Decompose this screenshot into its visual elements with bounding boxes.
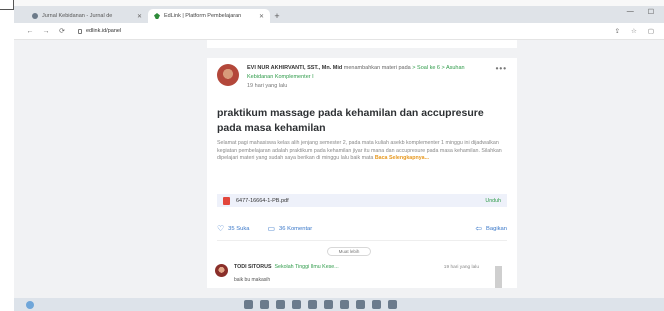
pdf-file-icon xyxy=(223,196,230,205)
comment-content: TODI SITORUS Sekolah Tinggi Ilmu Kese...… xyxy=(234,264,479,283)
breadcrumb-sep: > xyxy=(412,65,416,71)
read-more-link[interactable]: Baca Selengkapnya... xyxy=(375,155,429,161)
comment-button[interactable]: ▭ 36 Komentar xyxy=(267,224,312,233)
download-button[interactable]: Unduh xyxy=(485,198,501,204)
minimize-icon[interactable]: — xyxy=(627,8,634,16)
heart-icon: ♡ xyxy=(217,224,225,233)
lock-icon xyxy=(78,28,82,34)
tab-title: EdLink | Platform Pembelajaran xyxy=(164,13,242,19)
edlink-logo-icon xyxy=(154,13,160,19)
close-icon[interactable]: ✕ xyxy=(259,13,264,20)
address-bar[interactable]: edlink.id/panel xyxy=(78,28,121,34)
post-header: EVI NUR AKHIRVANTI, SST., Mn. Mid menamb… xyxy=(217,64,507,91)
reload-icon[interactable]: ⟳ xyxy=(58,27,66,35)
close-icon[interactable]: ✕ xyxy=(137,13,142,20)
browser-tab-edlink[interactable]: EdLink | Platform Pembelajaran ✕ xyxy=(148,9,270,23)
author-name[interactable]: EVI NUR AKHIRVANTI, SST., Mn. Mid xyxy=(247,65,342,71)
browser-toolbar: ← → ⟳ edlink.id/panel ⇪ ☆ ▢ xyxy=(14,23,664,40)
like-count: 35 Suka xyxy=(228,225,250,232)
share-button[interactable]: ⇦ Bagikan xyxy=(475,224,507,233)
extensions-icon[interactable]: ▢ xyxy=(648,27,654,35)
comment-item: TODI SITORUS Sekolah Tinggi Ilmu Kese...… xyxy=(215,264,479,283)
comments-scrollbar[interactable] xyxy=(495,266,502,288)
taskbar-apps xyxy=(244,300,397,309)
app-icon[interactable] xyxy=(340,300,349,309)
author-avatar[interactable] xyxy=(217,64,239,86)
maximize-icon[interactable]: ☐ xyxy=(648,8,654,16)
browser-tab-jurnal[interactable]: Jurnal Kebidanan - Jurnal de ✕ xyxy=(26,9,148,23)
app-icon[interactable] xyxy=(324,300,333,309)
post-time: 19 hari yang lalu xyxy=(247,83,288,89)
window-corner xyxy=(0,0,14,10)
app-icon[interactable] xyxy=(244,300,253,309)
commenter-school[interactable]: Sekolah Tinggi Ilmu Kese... xyxy=(274,264,338,270)
commenter-name[interactable]: TODI SITORUS xyxy=(234,264,271,270)
commenter-avatar[interactable] xyxy=(215,264,228,277)
url-text: edlink.id/panel xyxy=(86,28,122,34)
post-body-text: Selamat pagi mahasiswa kelas alih jenjan… xyxy=(217,140,502,161)
comment-text: baik bu makasih xyxy=(234,277,271,283)
post-meta: EVI NUR AKHIRVANTI, SST., Mn. Mid menamb… xyxy=(247,64,472,91)
back-icon[interactable]: ← xyxy=(26,28,34,35)
new-tab-button[interactable]: + xyxy=(270,9,284,23)
bookmark-star-icon[interactable]: ☆ xyxy=(631,27,637,35)
comment-icon: ▭ xyxy=(267,224,276,233)
toolbar-actions: ⇪ ☆ ▢ xyxy=(615,27,654,35)
divider xyxy=(217,240,507,241)
scrollbar-thumb[interactable] xyxy=(495,266,502,288)
comment-time: 19 hari yang lalu xyxy=(443,264,479,270)
tab-title: Jurnal Kebidanan - Jurnal de xyxy=(42,13,113,19)
forward-icon[interactable]: → xyxy=(42,28,50,35)
share-page-icon[interactable]: ⇪ xyxy=(615,27,620,35)
app-icon[interactable] xyxy=(276,300,285,309)
breadcrumb-sep: > xyxy=(441,65,445,71)
action-text: menambahkan materi pada xyxy=(343,65,411,71)
share-icon: ⇦ xyxy=(475,224,483,233)
page-viewport: EVI NUR AKHIRVANTI, SST., Mn. Mid menamb… xyxy=(14,40,664,298)
app-icon[interactable] xyxy=(292,300,301,309)
screen: Jurnal Kebidanan - Jurnal de ✕ EdLink | … xyxy=(0,0,664,311)
comment-count: 36 Komentar xyxy=(279,225,313,232)
window-controls: — ☐ xyxy=(627,8,654,16)
app-icon[interactable] xyxy=(388,300,397,309)
like-button[interactable]: ♡ 35 Suka xyxy=(217,224,249,233)
app-icon[interactable] xyxy=(308,300,317,309)
more-options-icon[interactable]: ••• xyxy=(496,64,507,73)
attachment-name[interactable]: 6477-16664-1-PB.pdf xyxy=(236,198,479,204)
browser-tab-strip: Jurnal Kebidanan - Jurnal de ✕ EdLink | … xyxy=(14,6,664,23)
post-body: Selamat pagi mahasiswa kelas alih jenjan… xyxy=(217,140,502,163)
app-icon[interactable] xyxy=(356,300,365,309)
attachment[interactable]: 6477-16664-1-PB.pdf Unduh xyxy=(217,194,507,207)
app-icon[interactable] xyxy=(372,300,381,309)
post-actions: ♡ 35 Suka ▭ 36 Komentar ⇦ Bagikan xyxy=(217,224,507,233)
comment-header: TODI SITORUS Sekolah Tinggi Ilmu Kese...… xyxy=(234,264,479,270)
load-more-comments-button[interactable]: Muat lebih xyxy=(327,247,371,256)
post-card: EVI NUR AKHIRVANTI, SST., Mn. Mid menamb… xyxy=(207,58,517,288)
share-label: Bagikan xyxy=(486,225,507,232)
post-title: praktikum massage pada kehamilan dan acc… xyxy=(217,107,484,134)
globe-icon xyxy=(32,13,38,19)
start-icon[interactable] xyxy=(26,301,34,309)
taskbar xyxy=(14,298,664,311)
breadcrumb-section[interactable]: Soal ke 6 xyxy=(417,65,440,71)
previous-card-edge xyxy=(207,40,517,48)
app-icon[interactable] xyxy=(260,300,269,309)
